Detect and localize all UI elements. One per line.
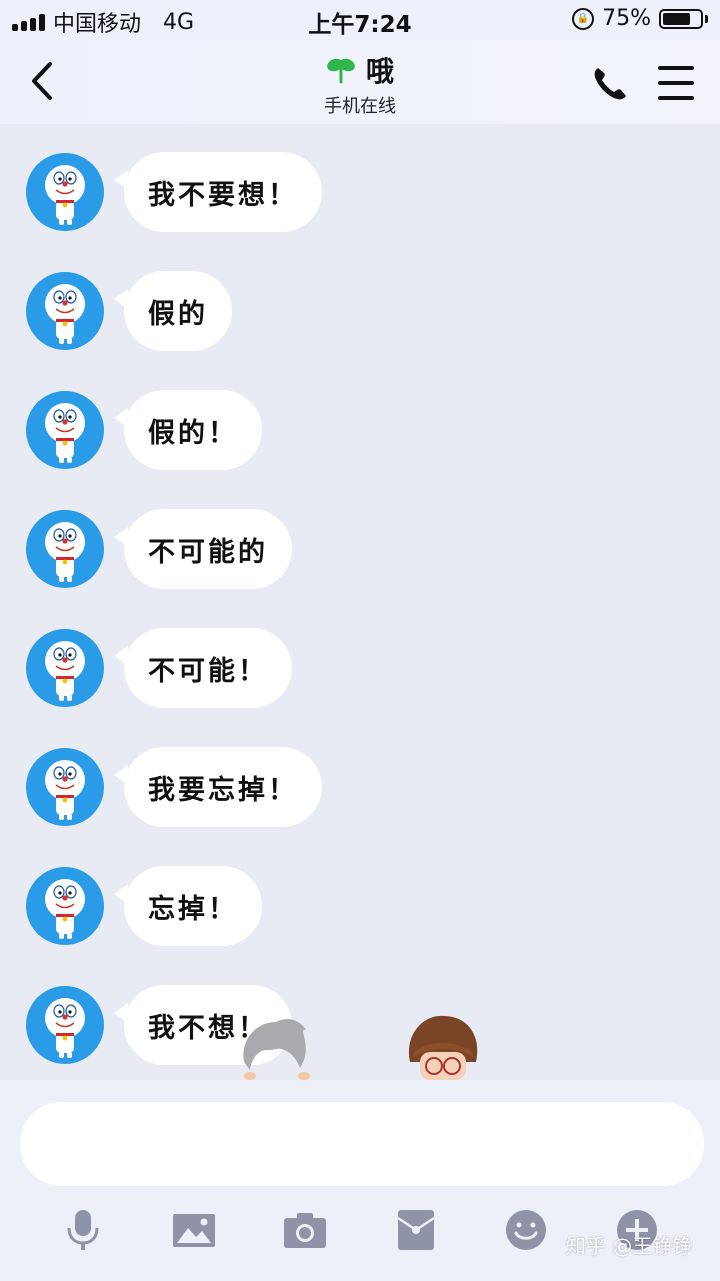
camera-icon[interactable]: [283, 1208, 327, 1252]
message-bubble[interactable]: 假的: [114, 271, 232, 351]
status-right: 🔒 75%: [572, 6, 708, 31]
battery-icon: [659, 8, 703, 29]
input-area: 知乎 @王铮铮: [0, 1080, 720, 1281]
contact-name: 哦: [365, 55, 394, 88]
emoji-icon[interactable]: [504, 1208, 548, 1252]
watermark: 知乎 @王铮铮: [566, 1234, 693, 1258]
peeking-character-sticker: [238, 1012, 312, 1080]
message-list[interactable]: 我不要想！ 假的 假的！ 不可能的 不可能！ 我要忘掉！ 忘掉！ 我不想！: [0, 124, 720, 1080]
avatar[interactable]: [26, 510, 104, 588]
avatar[interactable]: [26, 153, 104, 231]
battery-tip: [705, 14, 708, 23]
message-input[interactable]: [20, 1102, 704, 1186]
image-icon[interactable]: [172, 1208, 216, 1252]
avatar[interactable]: [26, 986, 104, 1064]
message-row: 不可能的: [26, 509, 292, 589]
avatar[interactable]: [26, 272, 104, 350]
message-row: 我不要想！: [26, 152, 322, 232]
red-packet-icon[interactable]: [394, 1208, 438, 1252]
peeking-character-sticker: [404, 1014, 482, 1080]
microphone-icon[interactable]: [61, 1208, 105, 1252]
avatar[interactable]: [26, 748, 104, 826]
message-bubble[interactable]: 假的！: [114, 390, 262, 470]
message-bubble[interactable]: 忘掉！: [114, 866, 262, 946]
message-bubble[interactable]: 不可能！: [114, 628, 292, 708]
menu-icon[interactable]: [658, 66, 694, 100]
message-row: 假的！: [26, 390, 262, 470]
battery-percent: 75%: [602, 6, 651, 31]
avatar[interactable]: [26, 867, 104, 945]
message-row: 假的: [26, 271, 232, 351]
phone-icon[interactable]: [590, 64, 630, 104]
message-row: 忘掉！: [26, 866, 262, 946]
leaf-icon: [327, 58, 355, 84]
message-bubble[interactable]: 不可能的: [114, 509, 292, 589]
avatar[interactable]: [26, 391, 104, 469]
status-bar: 中国移动 4G 上午7:24 🔒 75%: [0, 0, 720, 40]
message-bubble[interactable]: 我要忘掉！: [114, 747, 322, 827]
message-row: 我要忘掉！: [26, 747, 322, 827]
avatar[interactable]: [26, 629, 104, 707]
message-row: 不可能！: [26, 628, 292, 708]
message-bubble[interactable]: 我不要想！: [114, 152, 322, 232]
rotation-lock-icon: 🔒: [572, 7, 595, 30]
chat-header: 哦 手机在线: [0, 40, 720, 124]
